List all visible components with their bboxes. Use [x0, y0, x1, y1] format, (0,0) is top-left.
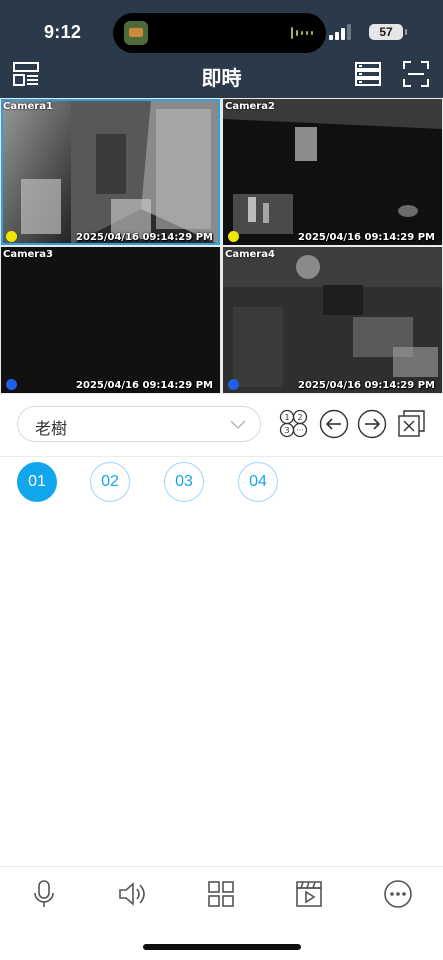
numbered-layout-icon[interactable]: 1 23 ··· [278, 408, 310, 440]
camera-tile-4[interactable]: Camera4 2025/04/16 09:14:29 PM [223, 247, 442, 393]
channel-04-button[interactable]: 04 [238, 462, 278, 502]
arrow-left-circle-icon[interactable] [318, 408, 350, 440]
status-dot [228, 231, 239, 242]
cellular-signal-icon [329, 24, 351, 40]
bottom-toolbar [0, 866, 443, 925]
grid-layout-icon[interactable] [206, 879, 236, 909]
status-dot [6, 231, 17, 242]
status-dot [6, 379, 17, 390]
camera-grid: Camera1 2025/04/16 09:14:29 PM Camera2 2… [0, 98, 443, 394]
svg-text:2: 2 [297, 413, 302, 422]
channel-03-button[interactable]: 03 [164, 462, 204, 502]
arrow-right-circle-icon[interactable] [356, 408, 388, 440]
camera-label: Camera4 [225, 249, 275, 260]
camera-timestamp: 2025/04/16 09:14:29 PM [76, 232, 213, 243]
svg-text:···: ··· [296, 426, 304, 435]
device-list-icon[interactable] [354, 60, 382, 88]
close-all-icon[interactable] [396, 408, 428, 440]
home-indicator [143, 944, 301, 950]
camera-label: Camera2 [225, 101, 275, 112]
channel-01-button[interactable]: 01 [17, 462, 57, 502]
device-select[interactable]: 老樹 [17, 406, 261, 442]
channel-02-button[interactable]: 02 [90, 462, 130, 502]
camera-tile-1[interactable]: Camera1 2025/04/16 09:14:29 PM [1, 99, 220, 245]
camera-timestamp: 2025/04/16 09:14:29 PM [76, 380, 213, 391]
camera-tile-2[interactable]: Camera2 2025/04/16 09:14:29 PM [223, 99, 442, 245]
status-time: 9:12 [44, 22, 82, 42]
header: 9:12 57 即時 [0, 0, 443, 98]
camera-feed-2 [223, 99, 442, 245]
camera-label: Camera3 [3, 249, 53, 260]
live-activity-app-icon [124, 21, 148, 45]
channel-selector: 01 02 03 04 [0, 456, 443, 516]
control-bar: 老樹 1 2 3 ··· [0, 394, 443, 457]
more-icon[interactable] [383, 879, 413, 909]
svg-text:3: 3 [284, 426, 289, 435]
camera-timestamp: 2025/04/16 09:14:29 PM [298, 232, 435, 243]
chevron-down-icon [230, 420, 246, 430]
fullscreen-scan-icon[interactable] [402, 60, 430, 88]
battery-indicator: 57 [369, 24, 407, 40]
camera-feed-1 [1, 99, 220, 245]
status-dot [228, 379, 239, 390]
device-select-value: 老樹 [35, 421, 68, 438]
microphone-icon[interactable] [29, 879, 59, 909]
camera-tile-3[interactable]: Camera3 2025/04/16 09:14:29 PM [1, 247, 220, 393]
playback-clapper-icon[interactable] [294, 879, 324, 909]
camera-timestamp: 2025/04/16 09:14:29 PM [298, 380, 435, 391]
svg-text:1: 1 [284, 413, 289, 422]
camera-feed-3 [1, 247, 220, 393]
status-indicators: 57 [323, 24, 407, 40]
camera-label: Camera1 [3, 101, 53, 112]
speaker-icon[interactable] [117, 879, 147, 909]
audio-wave-icon [291, 27, 313, 39]
dynamic-island [113, 13, 326, 53]
camera-feed-4 [223, 247, 442, 393]
